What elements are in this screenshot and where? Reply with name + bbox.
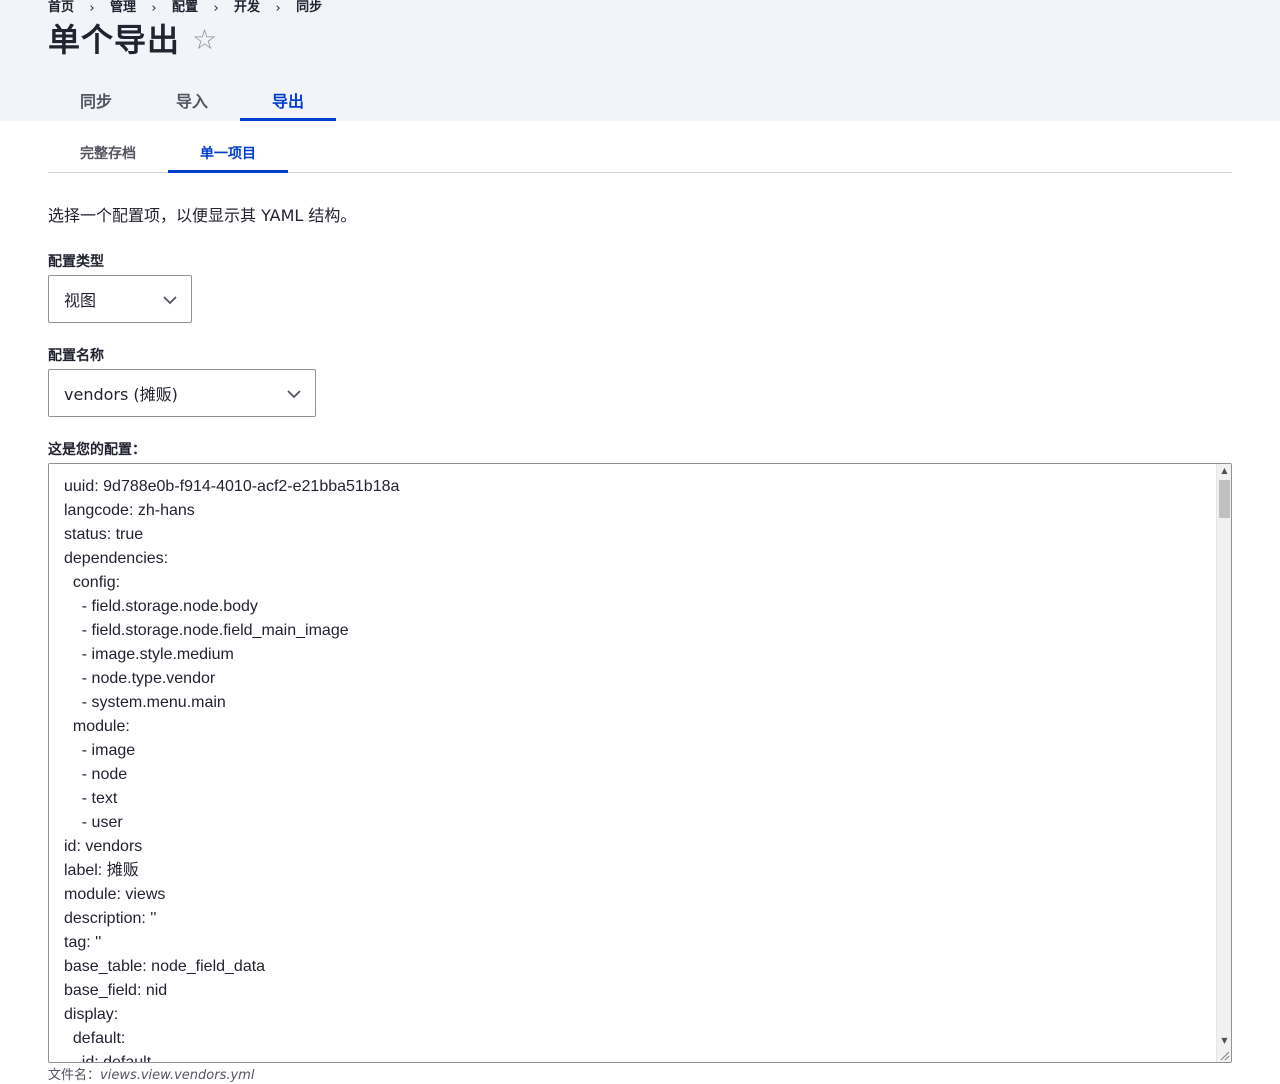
page-header: 首页 › 管理 › 配置 › 开发 › 同步 单个导出 ☆ 同步 导入 导出: [0, 0, 1280, 121]
yaml-line: langcode: zh-hans: [64, 502, 195, 519]
breadcrumb-admin[interactable]: 管理: [110, 0, 136, 16]
config-yaml-textarea[interactable]: uuid: 9d788e0b-f914-4010-acf2-e21bba51b1…: [48, 463, 1232, 1063]
breadcrumb-sync[interactable]: 同步: [296, 0, 322, 16]
yaml-line: dependencies:: [64, 550, 169, 567]
chevron-down-icon: [163, 296, 177, 305]
config-name-label: 配置名称: [48, 348, 104, 364]
config-type-select[interactable]: 视图: [48, 275, 192, 323]
breadcrumb: 首页 › 管理 › 配置 › 开发 › 同步: [48, 0, 322, 16]
tab-sync[interactable]: 同步: [48, 79, 144, 121]
yaml-content: uuid: 9d788e0b-f914-4010-acf2-e21bba51b1…: [64, 475, 400, 1063]
yaml-line: - node: [64, 766, 128, 783]
chevron-down-icon: [287, 390, 301, 399]
star-icon[interactable]: ☆: [192, 20, 217, 60]
page-title-row: 单个导出 ☆: [48, 20, 217, 60]
scroll-thumb[interactable]: [1219, 480, 1230, 518]
tab-single-item[interactable]: 单一项目: [168, 133, 288, 173]
yaml-line: - text: [64, 790, 118, 807]
breadcrumb-separator: ›: [89, 0, 95, 16]
yaml-line: - user: [64, 814, 123, 831]
config-name-value: vendors (摊贩): [64, 385, 178, 404]
yaml-line: label: 摊贩: [64, 862, 139, 879]
yaml-line: - field.storage.node.body: [64, 598, 258, 615]
yaml-line: display:: [64, 1006, 119, 1023]
page-title: 单个导出: [48, 21, 181, 59]
yaml-line: description: '': [64, 910, 157, 927]
textarea-scrollbar[interactable]: ▲ ▼: [1216, 464, 1231, 1062]
tab-import[interactable]: 导入: [144, 79, 240, 121]
yaml-line: module: views: [64, 886, 166, 903]
config-name-select[interactable]: vendors (摊贩): [48, 369, 316, 417]
yaml-line: - field.storage.node.field_main_image: [64, 622, 349, 639]
yaml-line: - image: [64, 742, 136, 759]
yaml-line: id: default: [64, 1054, 152, 1063]
tab-full-archive[interactable]: 完整存档: [48, 133, 168, 172]
scroll-down-icon[interactable]: ▼: [1217, 1034, 1231, 1048]
resize-grip-icon[interactable]: [1218, 1049, 1230, 1061]
yaml-line: - image.style.medium: [64, 646, 234, 663]
yaml-line: status: true: [64, 526, 144, 543]
yaml-line: base_field: nid: [64, 982, 168, 999]
yaml-line: tag: '': [64, 934, 102, 951]
yaml-line: id: vendors: [64, 838, 143, 855]
tab-export[interactable]: 导出: [240, 79, 337, 121]
breadcrumb-development[interactable]: 开发: [234, 0, 260, 16]
breadcrumb-config[interactable]: 配置: [172, 0, 198, 16]
secondary-tabs: 完整存档 单一项目: [48, 133, 1232, 173]
breadcrumb-separator: ›: [213, 0, 219, 16]
yaml-line: - node.type.vendor: [64, 670, 216, 687]
breadcrumb-separator: ›: [275, 0, 281, 16]
filename-label: 文件名：: [48, 1068, 101, 1083]
primary-tabs: 同步 导入 导出: [48, 79, 337, 121]
yaml-line: base_table: node_field_data: [64, 958, 266, 975]
scroll-up-icon[interactable]: ▲: [1217, 464, 1231, 478]
yaml-line: uuid: 9d788e0b-f914-4010-acf2-e21bba51b1…: [64, 478, 400, 495]
filename-value: views.view.vendors.yml: [100, 1068, 255, 1083]
yaml-line: default:: [64, 1030, 126, 1047]
breadcrumb-separator: ›: [151, 0, 157, 16]
yaml-line: module:: [64, 718, 130, 735]
filename-info: 文件名：views.view.vendors.yml: [48, 1068, 254, 1084]
yaml-line: - system.menu.main: [64, 694, 226, 711]
config-type-label: 配置类型: [48, 254, 104, 270]
config-output-label: 这是您的配置：: [48, 442, 146, 458]
config-type-value: 视图: [64, 291, 97, 310]
yaml-line: config:: [64, 574, 121, 591]
breadcrumb-home[interactable]: 首页: [48, 0, 74, 16]
page-description: 选择一个配置项，以便显示其 YAML 结构。: [48, 206, 357, 225]
